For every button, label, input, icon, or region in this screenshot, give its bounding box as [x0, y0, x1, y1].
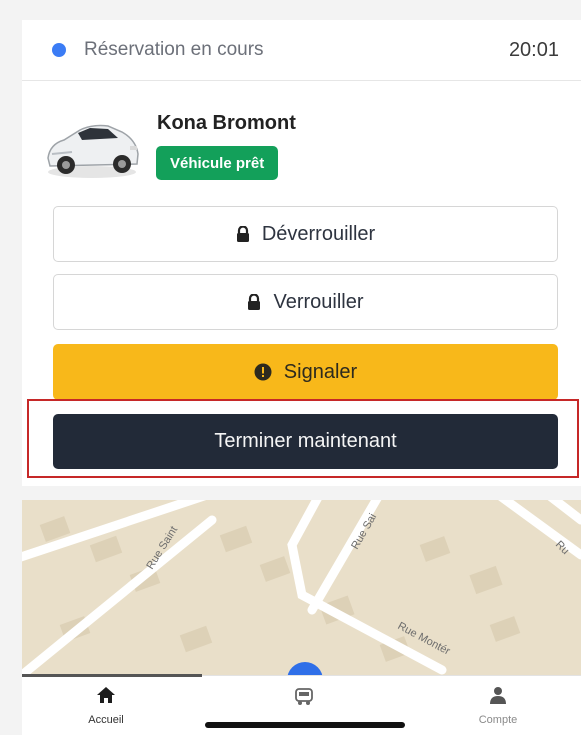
- lock-icon: [236, 226, 250, 242]
- reservation-status-bar: Réservation en cours 20:01: [22, 20, 581, 81]
- report-button[interactable]: Signaler: [53, 344, 558, 400]
- tab-home-label: Accueil: [88, 714, 124, 726]
- vehicle-icon: [244, 686, 364, 711]
- unlock-button[interactable]: Déverrouiller: [53, 206, 558, 262]
- home-icon: [46, 686, 166, 709]
- tab-vehicle[interactable]: [244, 686, 364, 716]
- tab-account-label: Compte: [478, 714, 518, 726]
- map-canvas: Rue Saint Rue Sai Ru Rue Montér: [22, 500, 581, 675]
- vehicle-image: [47, 124, 139, 178]
- lock-icon: [247, 294, 261, 310]
- vehicle-name: Kona Bromont: [157, 112, 296, 134]
- vehicle-ready-badge: Véhicule prêt: [156, 146, 279, 180]
- reservation-time: 20:01: [508, 38, 559, 61]
- lock-button[interactable]: Verrouiller: [53, 274, 558, 330]
- tab-active-indicator: [22, 674, 202, 677]
- top-strip: [0, 0, 581, 20]
- map-view[interactable]: Rue Saint Rue Sai Ru Rue Montér: [22, 500, 581, 675]
- tab-home[interactable]: Accueil: [46, 686, 166, 726]
- lock-label: Verrouiller: [273, 290, 364, 313]
- alert-circle-icon: [254, 363, 272, 381]
- user-icon: [438, 686, 558, 709]
- report-label: Signaler: [283, 360, 358, 383]
- finish-now-label: Terminer maintenant: [214, 430, 397, 452]
- unlock-label: Déverrouiller: [261, 222, 376, 245]
- finish-now-button[interactable]: Terminer maintenant: [53, 414, 558, 469]
- home-indicator: [205, 722, 405, 728]
- status-dot: [52, 43, 66, 57]
- reservation-status-label: Réservation en cours: [84, 39, 264, 60]
- tab-account[interactable]: Compte: [438, 686, 558, 726]
